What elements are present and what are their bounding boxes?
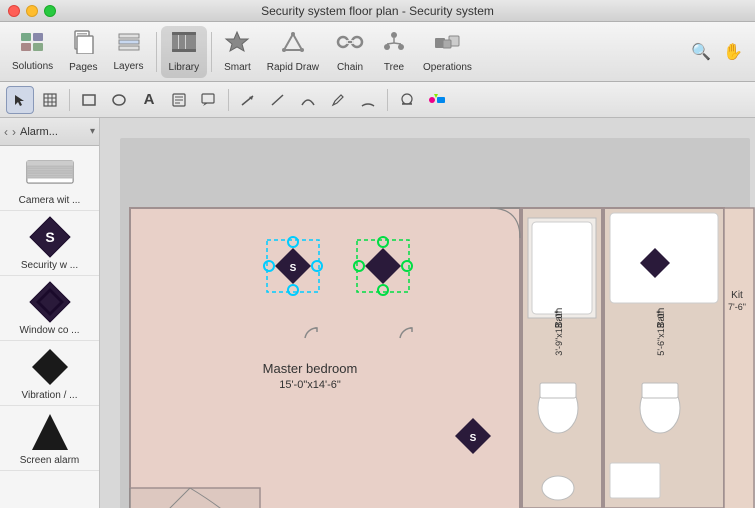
security-label: Security w ...	[5, 260, 95, 271]
svg-text:S: S	[470, 433, 477, 444]
drawing-toolbar: A	[0, 82, 755, 118]
vibration-label: Vibration / ...	[5, 390, 95, 401]
rapid-draw-icon	[280, 30, 306, 60]
toolbar-operations[interactable]: Operations	[415, 26, 480, 78]
rapid-draw-label: Rapid Draw	[267, 62, 319, 73]
window-title: Security system floor plan - Security sy…	[261, 4, 494, 18]
arc-tool[interactable]	[354, 86, 382, 114]
breadcrumb-text: Alarm...	[20, 126, 86, 138]
main-toolbar: Solutions Pages Layers	[0, 22, 755, 82]
sidebar-item-window[interactable]: Window co ...	[0, 276, 99, 341]
screen-alarm-label: Screen alarm	[5, 455, 95, 466]
toolbar-smart[interactable]: Smart	[216, 26, 259, 78]
sidebar-header: ‹ › Alarm... ▾	[0, 118, 99, 146]
layers-label: Layers	[114, 61, 144, 72]
search-button[interactable]: 🔍	[687, 38, 715, 66]
stamp-tool[interactable]	[393, 86, 421, 114]
table-tool[interactable]	[36, 86, 64, 114]
operations-icon	[433, 30, 461, 60]
draw-sep-2	[228, 89, 229, 111]
solutions-icon	[19, 31, 47, 59]
svg-text:5'-6"x13'-0": 5'-6"x13'-0"	[656, 310, 666, 355]
svg-text:S: S	[290, 263, 297, 274]
toolbar-sep-2	[211, 32, 212, 72]
text-tool[interactable]: A	[135, 86, 163, 114]
layers-icon	[116, 31, 142, 59]
nav-back[interactable]: ‹	[4, 125, 8, 139]
sidebar: ‹ › Alarm... ▾ Camera wit ...	[0, 118, 100, 508]
smart-icon	[224, 30, 250, 60]
maximize-button[interactable]	[44, 5, 56, 17]
toolbar-library[interactable]: Library	[161, 26, 208, 78]
pen-tool[interactable]	[324, 86, 352, 114]
camera-shape	[25, 152, 75, 192]
svg-text:Kit: Kit	[731, 290, 743, 301]
close-button[interactable]	[8, 5, 20, 17]
sidebar-item-screen-alarm[interactable]: Screen alarm	[0, 406, 99, 471]
svg-text:Master bedroom: Master bedroom	[263, 361, 358, 376]
traffic-lights	[8, 5, 56, 17]
toolbar-layers[interactable]: Layers	[106, 26, 152, 78]
draw-sep-1	[69, 89, 70, 111]
note-tool[interactable]	[165, 86, 193, 114]
canvas[interactable]: CL Master bedroom 15'-0"x14'-6" Bath 3'-…	[100, 118, 755, 508]
toolbar-solutions[interactable]: Solutions	[4, 26, 61, 78]
sidebar-item-security[interactable]: S Security w ...	[0, 211, 99, 276]
titlebar: Security system floor plan - Security sy…	[0, 0, 755, 22]
tree-label: Tree	[384, 62, 404, 73]
sidebar-item-camera[interactable]: Camera wit ...	[0, 146, 99, 211]
window-shape	[25, 282, 75, 322]
camera-label: Camera wit ...	[5, 195, 95, 206]
pages-label: Pages	[69, 62, 97, 73]
library-icon	[170, 30, 198, 60]
svg-text:S: S	[45, 229, 54, 245]
callout-tool[interactable]	[195, 86, 223, 114]
select-tool[interactable]	[6, 86, 34, 114]
main-content: ‹ › Alarm... ▾ Camera wit ...	[0, 118, 755, 508]
svg-text:3'-9"x13'-0": 3'-9"x13'-0"	[554, 310, 564, 355]
security-shape: S	[25, 217, 75, 257]
toolbar-sep-1	[156, 32, 157, 72]
svg-text:7'-6": 7'-6"	[728, 302, 746, 312]
pages-icon	[72, 30, 94, 60]
operations-label: Operations	[423, 62, 472, 73]
arrow-tool[interactable]	[234, 86, 262, 114]
breadcrumb-down-icon[interactable]: ▾	[90, 126, 95, 137]
toolbar-chain[interactable]: Chain	[327, 26, 373, 78]
chain-label: Chain	[337, 62, 363, 73]
smart-label: Smart	[224, 62, 251, 73]
nav-forward[interactable]: ›	[12, 125, 16, 139]
draw-sep-3	[387, 89, 388, 111]
chain-icon	[335, 30, 365, 60]
format-tool[interactable]	[423, 86, 451, 114]
svg-text:15'-0"x14'-6": 15'-0"x14'-6"	[279, 379, 341, 391]
window-label: Window co ...	[5, 325, 95, 336]
library-label: Library	[169, 62, 200, 73]
toolbar-pages[interactable]: Pages	[61, 26, 105, 78]
floor-plan-svg: CL Master bedroom 15'-0"x14'-6" Bath 3'-…	[100, 118, 755, 508]
pan-button[interactable]: ✋	[719, 38, 747, 66]
solutions-label: Solutions	[12, 61, 53, 72]
toolbar-rapid-draw[interactable]: Rapid Draw	[259, 26, 327, 78]
line-tool[interactable]	[264, 86, 292, 114]
minimize-button[interactable]	[26, 5, 38, 17]
screen-alarm-shape	[25, 412, 75, 452]
sidebar-item-vibration[interactable]: Vibration / ...	[0, 341, 99, 406]
curve-tool[interactable]	[294, 86, 322, 114]
tree-icon	[381, 30, 407, 60]
toolbar-tree[interactable]: Tree	[373, 26, 415, 78]
ellipse-tool[interactable]	[105, 86, 133, 114]
vibration-shape	[25, 347, 75, 387]
rect-tool[interactable]	[75, 86, 103, 114]
